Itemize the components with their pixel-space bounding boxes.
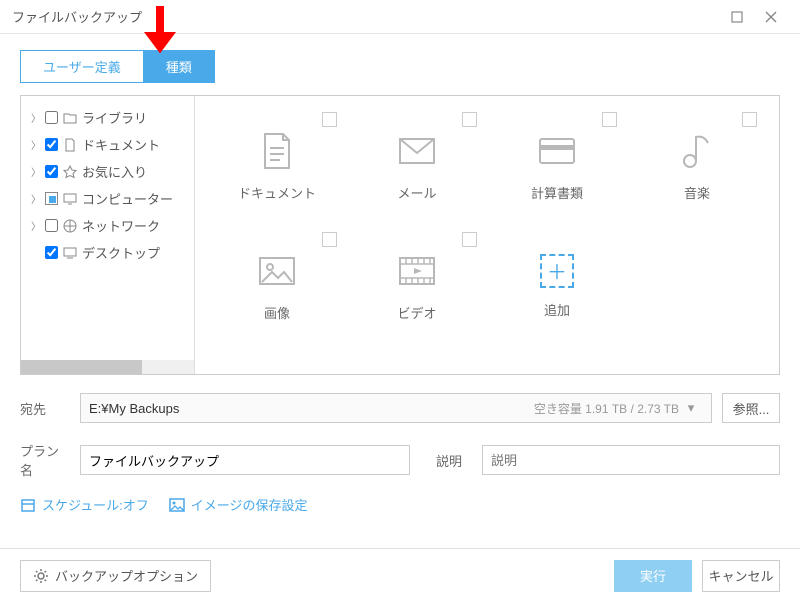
tree-label: コンピューター <box>82 189 173 208</box>
category-add[interactable]: ＋ 追加 <box>487 226 627 346</box>
scroll-thumb[interactable] <box>21 360 142 374</box>
destination-path: E:¥My Backups <box>89 401 534 416</box>
category-video[interactable]: ビデオ <box>347 226 487 346</box>
free-space-text: 空き容量 1.91 TB / 2.73 TB <box>534 400 679 417</box>
tree-label: お気に入り <box>82 162 147 181</box>
tree-pane: 〉 ライブラリ 〉 ドキュメント 〉 お気に入り 〉 コンピ <box>21 96 195 374</box>
category-checkbox[interactable] <box>462 232 477 247</box>
tree-checkbox[interactable] <box>45 219 58 232</box>
tree-item-documents[interactable]: 〉 ドキュメント <box>25 131 194 158</box>
category-label: 画像 <box>264 303 290 322</box>
tree-checkbox[interactable] <box>45 111 58 124</box>
schedule-link[interactable]: スケジュール:オフ <box>20 495 149 514</box>
category-label: 追加 <box>544 300 570 319</box>
tree-item-favorites[interactable]: 〉 お気に入り <box>25 158 194 185</box>
dropdown-caret-icon[interactable]: ▾ <box>679 400 703 416</box>
star-icon <box>62 164 78 180</box>
finance-icon <box>537 131 577 171</box>
mail-icon <box>397 131 437 171</box>
folder-icon <box>62 110 78 126</box>
computer-icon <box>62 191 78 207</box>
image-icon <box>257 251 297 291</box>
add-icon: ＋ <box>540 254 574 288</box>
plan-label: プラン名 <box>20 441 70 479</box>
tab-user-defined[interactable]: ユーザー定義 <box>20 50 144 83</box>
tree-item-desktop[interactable]: 〉 デスクトップ <box>25 239 194 266</box>
plan-name-input[interactable] <box>80 445 410 475</box>
calendar-icon <box>20 497 36 513</box>
category-label: ドキュメント <box>238 183 316 202</box>
category-checkbox[interactable] <box>462 112 477 127</box>
maximize-button[interactable] <box>720 3 754 31</box>
tab-bar: ユーザー定義 種類 <box>20 50 780 83</box>
category-label: 音楽 <box>684 183 710 202</box>
destination-label: 宛先 <box>20 399 70 418</box>
network-icon <box>62 218 78 234</box>
tree-item-libraries[interactable]: 〉 ライブラリ <box>25 104 194 131</box>
gear-icon <box>33 568 49 584</box>
cancel-button[interactable]: キャンセル <box>702 560 780 592</box>
doc-icon <box>62 137 78 153</box>
tab-type[interactable]: 種類 <box>144 50 215 83</box>
backup-options-button[interactable]: バックアップオプション <box>20 560 211 592</box>
category-pane: ドキュメント メール 計算書類 音楽 画像 <box>195 96 779 374</box>
titlebar: ファイルバックアップ <box>0 0 800 34</box>
main-panel: 〉 ライブラリ 〉 ドキュメント 〉 お気に入り 〉 コンピ <box>20 95 780 375</box>
category-checkbox[interactable] <box>322 112 337 127</box>
run-button[interactable]: 実行 <box>614 560 692 592</box>
category-finance[interactable]: 計算書類 <box>487 106 627 226</box>
h-scrollbar[interactable] <box>21 360 194 374</box>
tree-label: ライブラリ <box>82 108 147 127</box>
tree-label: デスクトップ <box>82 243 160 262</box>
desktop-icon <box>62 245 78 261</box>
category-checkbox[interactable] <box>602 112 617 127</box>
chevron-right-icon: 〉 <box>31 218 41 233</box>
category-checkbox[interactable] <box>742 112 757 127</box>
image-settings-text: イメージの保存設定 <box>191 495 308 514</box>
destination-field[interactable]: E:¥My Backups 空き容量 1.91 TB / 2.73 TB ▾ <box>80 393 712 423</box>
tree-item-computer[interactable]: 〉 コンピューター <box>25 185 194 212</box>
category-label: ビデオ <box>397 303 436 322</box>
document-icon <box>257 131 297 171</box>
category-mail[interactable]: メール <box>347 106 487 226</box>
window-title: ファイルバックアップ <box>12 7 720 26</box>
image-settings-link[interactable]: イメージの保存設定 <box>169 495 308 514</box>
category-label: メール <box>397 183 436 202</box>
tree-checkbox-indeterminate[interactable] <box>45 192 58 205</box>
close-icon <box>765 11 777 23</box>
category-checkbox[interactable] <box>322 232 337 247</box>
chevron-right-icon: 〉 <box>31 137 41 152</box>
schedule-text: スケジュール:オフ <box>42 495 149 514</box>
video-icon <box>397 251 437 291</box>
options-label: バックアップオプション <box>55 566 198 585</box>
description-label: 説明 <box>436 451 472 470</box>
description-input[interactable] <box>482 445 780 475</box>
category-label: 計算書類 <box>531 183 583 202</box>
tree-checkbox[interactable] <box>45 165 58 178</box>
close-button[interactable] <box>754 3 788 31</box>
picture-icon <box>169 497 185 513</box>
tree-item-network[interactable]: 〉 ネットワーク <box>25 212 194 239</box>
tree-checkbox[interactable] <box>45 246 58 259</box>
browse-button[interactable]: 参照... <box>722 393 780 423</box>
category-music[interactable]: 音楽 <box>627 106 767 226</box>
music-icon <box>677 131 717 171</box>
footer-bar: バックアップオプション 実行 キャンセル <box>0 548 800 602</box>
category-image[interactable]: 画像 <box>207 226 347 346</box>
category-document[interactable]: ドキュメント <box>207 106 347 226</box>
square-icon <box>731 11 743 23</box>
tree-checkbox[interactable] <box>45 138 58 151</box>
chevron-right-icon: 〉 <box>31 164 41 179</box>
tree-label: ネットワーク <box>82 216 160 235</box>
chevron-right-icon: 〉 <box>31 110 41 125</box>
tree-label: ドキュメント <box>82 135 160 154</box>
chevron-right-icon: 〉 <box>31 191 41 206</box>
